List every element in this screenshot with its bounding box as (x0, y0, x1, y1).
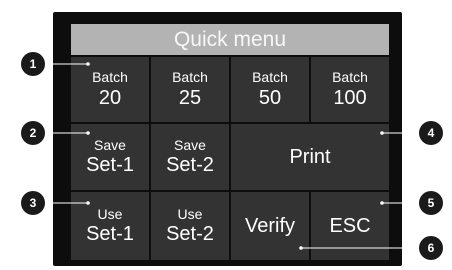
use-set-1-label: Use (97, 205, 123, 222)
save-set-2-button[interactable]: Save Set-2 (151, 124, 229, 190)
batch-100-value: 100 (333, 86, 367, 109)
print-button[interactable]: Print (231, 124, 389, 190)
esc-button[interactable]: ESC (311, 192, 389, 260)
esc-label: ESC (329, 214, 371, 237)
batch-20-button[interactable]: Batch 20 (71, 57, 149, 122)
callout-1: 1 (21, 52, 45, 76)
use-set-2-label: Use (177, 205, 203, 222)
use-set-1-button[interactable]: Use Set-1 (71, 192, 149, 260)
batch-25-value: 25 (178, 86, 202, 109)
batch-100-label: Batch (332, 69, 368, 86)
use-set-2-button[interactable]: Use Set-2 (151, 192, 229, 260)
save-set-2-value: Set-2 (166, 154, 214, 177)
save-set-1-label: Save (94, 136, 126, 153)
save-set-1-value: Set-1 (86, 154, 134, 177)
callout-3: 3 (21, 191, 45, 215)
batch-50-button[interactable]: Batch 50 (231, 57, 309, 122)
use-set-1-value: Set-1 (86, 223, 134, 246)
callout-5: 5 (419, 191, 443, 215)
print-label: Print (289, 145, 331, 168)
batch-25-button[interactable]: Batch 25 (151, 57, 229, 122)
batch-50-value: 50 (258, 86, 282, 109)
callout-6: 6 (419, 236, 443, 260)
verify-button[interactable]: Verify (231, 192, 309, 260)
batch-20-value: 20 (98, 86, 122, 109)
batch-50-label: Batch (252, 69, 288, 86)
batch-25-label: Batch (172, 69, 208, 86)
save-set-2-label: Save (174, 136, 206, 153)
callout-2: 2 (21, 121, 45, 145)
save-set-1-button[interactable]: Save Set-1 (71, 124, 149, 190)
batch-20-label: Batch (92, 69, 128, 86)
use-set-2-value: Set-2 (166, 223, 214, 246)
batch-100-button[interactable]: Batch 100 (311, 57, 389, 122)
verify-label: Verify (244, 214, 296, 237)
quick-menu-title: Quick menu (71, 24, 389, 55)
callout-4: 4 (419, 121, 443, 145)
